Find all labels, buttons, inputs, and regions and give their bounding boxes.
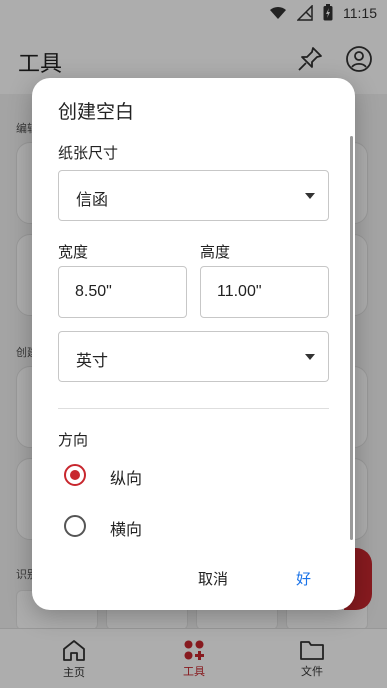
width-input[interactable]: 8.50" — [58, 266, 187, 318]
width-value: 8.50" — [75, 283, 112, 300]
create-blank-dialog: 创建空白 纸张尺寸 信函 宽度 8.50" 高度 11.00" 英寸 方向 纵向… — [32, 78, 355, 610]
portrait-label: 纵向 — [110, 469, 143, 488]
width-label: 宽度 — [58, 243, 89, 261]
landscape-label: 横向 — [110, 520, 143, 539]
paper-size-label: 纸张尺寸 — [58, 144, 119, 162]
height-label: 高度 — [200, 243, 231, 261]
height-input[interactable]: 11.00" — [200, 266, 329, 318]
ok-button[interactable]: 好 — [296, 568, 311, 589]
dropdown-arrow-icon — [305, 354, 315, 360]
cancel-button[interactable]: 取消 — [198, 568, 228, 589]
dialog-scrollbar[interactable] — [350, 136, 353, 540]
radio-unchecked-icon[interactable] — [64, 515, 86, 537]
height-value: 11.00" — [217, 283, 262, 300]
orientation-label: 方向 — [58, 431, 89, 449]
paper-size-value: 信函 — [76, 190, 109, 209]
dropdown-arrow-icon — [305, 193, 315, 199]
orientation-landscape-option[interactable]: 横向 — [58, 506, 329, 546]
radio-checked-icon[interactable] — [64, 464, 86, 486]
unit-value: 英寸 — [76, 351, 109, 370]
unit-select[interactable]: 英寸 — [58, 331, 329, 382]
orientation-portrait-option[interactable]: 纵向 — [58, 455, 329, 495]
divider — [58, 408, 329, 409]
dialog-title: 创建空白 — [58, 101, 135, 123]
paper-size-select[interactable]: 信函 — [58, 170, 329, 221]
